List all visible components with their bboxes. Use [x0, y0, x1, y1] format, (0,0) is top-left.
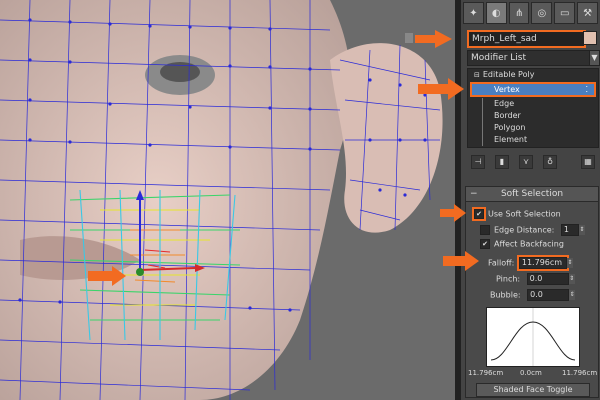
pinch-row: Pinch: 0.0 ⇕	[496, 273, 575, 285]
command-panel: ✦ ◐ ⋔ ◎ ▭ ⚒ Mrph_Left_sad Modifier List …	[461, 0, 600, 400]
create-icon[interactable]: ✦	[463, 2, 484, 24]
edge-distance-field[interactable]: 1	[560, 224, 579, 236]
hierarchy-icon[interactable]: ⋔	[508, 2, 530, 24]
collapse-icon[interactable]: −	[470, 187, 478, 201]
vertex-icon: ⁚	[585, 85, 588, 94]
affect-backfacing-checkbox[interactable]: ✔	[480, 239, 490, 249]
pinch-field[interactable]: 0.0	[526, 273, 569, 285]
bubble-field[interactable]: 0.0	[527, 289, 570, 301]
rollout-title[interactable]: − Soft Selection	[466, 187, 598, 202]
bubble-row: Bubble: 0.0 ⇕	[490, 289, 576, 301]
tutorial-arrow-soft-selection	[440, 204, 466, 222]
remove-modifier-icon[interactable]: ♁	[543, 155, 557, 169]
object-name-field[interactable]: Mrph_Left_sad	[467, 30, 586, 48]
stack-item-vertex[interactable]: Vertex ⁚	[470, 82, 596, 97]
stack-item-border[interactable]: Border	[468, 110, 598, 122]
pin-stack-icon[interactable]: ⊣	[471, 155, 485, 169]
stack-item-edge[interactable]: Edge	[468, 98, 598, 110]
soft-selection-rollout: − Soft Selection ✔ Use Soft Selection Edg…	[465, 186, 599, 398]
tutorial-arrow-name	[405, 30, 452, 48]
use-soft-selection-row: ✔ Use Soft Selection	[472, 207, 561, 221]
falloff-curve	[490, 308, 576, 366]
spinner-icon[interactable]: ⇕	[569, 290, 576, 300]
display-icon[interactable]: ▭	[554, 2, 576, 24]
stack-item-editable-poly[interactable]: ⊟ Editable Poly	[468, 69, 598, 81]
graph-left-label: 11.796cm	[468, 369, 504, 377]
chevron-down-icon[interactable]: ▼	[589, 50, 600, 66]
modifier-stack: ⊟ Editable Poly Vertex ⁚ Edge Border Polyg…	[467, 68, 599, 148]
configure-sets-icon[interactable]: ▦	[581, 155, 595, 169]
shaded-face-toggle-button[interactable]: Shaded Face Toggle	[476, 383, 590, 397]
show-end-result-icon[interactable]: ▮	[495, 155, 509, 169]
object-color-swatch[interactable]	[583, 31, 597, 45]
falloff-field[interactable]: 11.796cm	[516, 255, 569, 271]
expand-icon[interactable]: ⊟	[474, 71, 480, 79]
use-soft-selection-checkbox[interactable]: ✔	[472, 207, 486, 221]
edge-distance-row: Edge Distance: 1 ⇕	[480, 224, 585, 236]
falloff-curve-graph	[486, 307, 580, 367]
motion-icon[interactable]: ◎	[531, 2, 553, 24]
edge-distance-checkbox[interactable]	[480, 225, 490, 235]
modifier-list-dropdown[interactable]: Modifier List	[467, 50, 590, 66]
stack-tools: ⊣ ▮ ⋎ ♁ ▦	[471, 155, 597, 169]
spinner-icon[interactable]: ⇕	[566, 258, 573, 268]
stack-item-polygon[interactable]: Polygon	[468, 122, 598, 134]
utilities-icon[interactable]: ⚒	[577, 2, 598, 24]
tutorial-arrow-vertex	[418, 78, 464, 100]
app-root: ✦ ◐ ⋔ ◎ ▭ ⚒ Mrph_Left_sad Modifier List …	[0, 0, 600, 400]
stack-item-element[interactable]: Element	[468, 134, 598, 146]
spinner-icon[interactable]: ⇕	[578, 225, 585, 235]
command-panel-tabs: ✦ ◐ ⋔ ◎ ▭ ⚒	[463, 2, 598, 24]
make-unique-icon[interactable]: ⋎	[519, 155, 533, 169]
falloff-row: Falloff: 11.796cm ⇕	[488, 255, 573, 271]
graph-mid-label: 0.0cm	[520, 369, 542, 377]
modify-icon[interactable]: ◐	[485, 2, 507, 24]
graph-right-label: 11.796cm	[562, 369, 598, 377]
viewport-canvas[interactable]	[0, 0, 455, 400]
affect-backfacing-row: ✔ Affect Backfacing	[480, 239, 564, 249]
tutorial-arrow-falloff	[443, 251, 479, 271]
spinner-icon[interactable]: ⇕	[568, 274, 575, 284]
viewport[interactable]	[0, 0, 455, 400]
